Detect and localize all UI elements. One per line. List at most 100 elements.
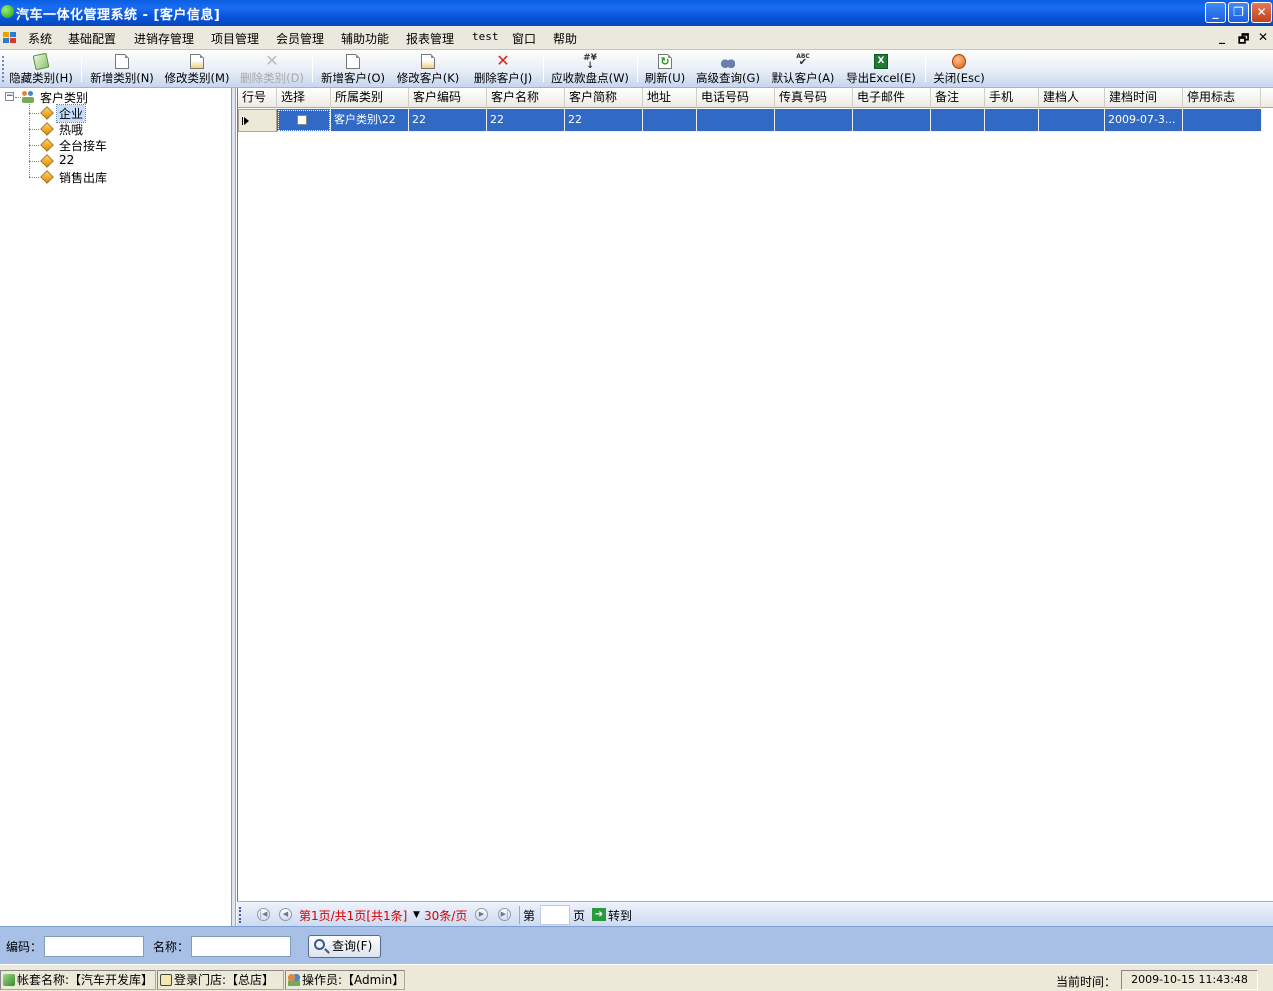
column-header-created-time[interactable]: 建档时间 <box>1105 88 1183 108</box>
delete-customer-button[interactable]: ✕ 删除客户(J) <box>468 51 538 87</box>
tree-item-reo[interactable]: 热哦 <box>59 121 83 138</box>
currency-icon: #¥ ↓ <box>583 53 597 71</box>
column-header-row-no[interactable]: 行号 <box>238 88 277 108</box>
cell-address[interactable] <box>643 109 697 132</box>
receivable-inventory-button[interactable]: #¥ ↓ 应收款盘点(W) <box>549 51 631 87</box>
cell-select[interactable] <box>277 109 331 132</box>
name-input[interactable] <box>191 936 291 957</box>
column-header-remark[interactable]: 备注 <box>931 88 985 108</box>
add-category-button[interactable]: 新增类别(N) <box>87 51 157 87</box>
column-header-mobile[interactable]: 手机 <box>985 88 1039 108</box>
row-indicator[interactable] <box>238 109 277 132</box>
status-operator: 操作员:【Admin】 <box>285 970 405 990</box>
edit-category-button[interactable]: 修改类别(M) <box>162 51 232 87</box>
panel-splitter[interactable] <box>232 88 236 926</box>
default-customer-button[interactable]: ABC ✔ 默认客户(A) <box>768 51 838 87</box>
cell-remark[interactable] <box>931 109 985 132</box>
goto-arrow-icon[interactable]: ➜ <box>592 908 606 921</box>
menu-window[interactable]: 窗口 <box>512 30 536 47</box>
search-button[interactable]: 查询(F) <box>308 935 381 958</box>
page-size-select[interactable]: 30条/页 <box>424 907 467 924</box>
mdi-minimize-button[interactable]: _ <box>1219 30 1225 44</box>
tree-item-22[interactable]: 22 <box>59 153 75 167</box>
edit-customer-button[interactable]: 修改客户(K) <box>393 51 463 87</box>
column-header-disabled-flag[interactable]: 停用标志 <box>1183 88 1261 108</box>
row-checkbox[interactable] <box>297 115 307 125</box>
next-page-button[interactable]: ▶ <box>475 908 488 921</box>
cell-creator[interactable] <box>1039 109 1105 132</box>
title-bar[interactable]: 汽车一体化管理系统 - [客户信息] _ ❐ ✕ <box>0 0 1273 26</box>
toolbar-grip[interactable] <box>2 56 5 82</box>
restore-button[interactable]: ❐ <box>1228 2 1249 23</box>
column-header-short-name[interactable]: 客户简称 <box>565 88 643 108</box>
close-form-button[interactable]: 关闭(Esc) <box>930 51 988 87</box>
tree-item-enterprise[interactable]: 企业 <box>55 104 87 123</box>
grid-header: 行号 选择 所属类别 客户编码 客户名称 客户简称 地址 电话号码 传真号码 电… <box>238 88 1273 108</box>
table-row[interactable]: 客户类别\22 22 22 22 2009-07-3... <box>238 109 1262 132</box>
cell-email[interactable] <box>853 109 931 132</box>
column-header-category[interactable]: 所属类别 <box>331 88 409 108</box>
column-header-address[interactable]: 地址 <box>643 88 697 108</box>
cell-short-name[interactable]: 22 <box>565 109 643 132</box>
hide-category-button[interactable]: 隐藏类别(H) <box>7 51 75 87</box>
last-page-button[interactable]: ▶| <box>498 908 511 921</box>
cell-mobile[interactable] <box>985 109 1039 132</box>
close-window-button[interactable]: ✕ <box>1251 2 1272 23</box>
code-input[interactable] <box>44 936 144 957</box>
hide-icon <box>32 52 50 71</box>
menu-member[interactable]: 会员管理 <box>276 30 324 47</box>
delete-customer-label: 删除客户(J) <box>473 71 533 85</box>
goto-button[interactable]: 转到 <box>608 907 632 924</box>
previous-page-button[interactable]: ◀ <box>279 908 292 921</box>
cell-disabled-flag[interactable] <box>1183 109 1262 132</box>
cell-created-time[interactable]: 2009-07-3... <box>1105 109 1183 132</box>
menu-help[interactable]: 帮助 <box>553 30 577 47</box>
minimize-button[interactable]: _ <box>1205 2 1226 23</box>
tree-root-label[interactable]: 客户类别 <box>40 89 88 106</box>
name-label: 名称： <box>153 940 190 954</box>
cell-fax[interactable] <box>775 109 853 132</box>
column-header-code[interactable]: 客户编码 <box>409 88 487 108</box>
menu-auxiliary[interactable]: 辅助功能 <box>341 30 389 47</box>
next-page-icon: ▶ <box>478 910 485 918</box>
status-store: 登录门店:【总店】 <box>157 970 284 990</box>
export-excel-button[interactable]: X 导出Excel(E) <box>843 51 919 87</box>
column-header-select[interactable]: 选择 <box>277 88 331 108</box>
column-header-email[interactable]: 电子邮件 <box>853 88 931 108</box>
operator-users-icon <box>288 974 300 986</box>
toolbar-separator <box>312 56 313 82</box>
tree-collapse-toggle[interactable]: − <box>5 92 14 101</box>
window-title: 汽车一体化管理系统 - [客户信息] <box>16 8 221 23</box>
cell-code[interactable]: 22 <box>409 109 487 132</box>
mdi-close-button[interactable]: ✕ <box>1258 30 1268 44</box>
first-page-button[interactable]: |◀ <box>257 908 270 921</box>
menu-inventory[interactable]: 进销存管理 <box>134 30 194 47</box>
app-window: 汽车一体化管理系统 - [客户信息] _ ❐ ✕ 系统 基础配置 进销存管理 项… <box>0 0 1273 991</box>
menu-system[interactable]: 系统 <box>28 30 52 47</box>
column-header-fax[interactable]: 传真号码 <box>775 88 853 108</box>
cell-category[interactable]: 客户类别\22 <box>331 109 409 132</box>
delete-category-button[interactable]: ✕ 删除类别(D) <box>237 51 307 87</box>
cell-name[interactable]: 22 <box>487 109 565 132</box>
refresh-button[interactable]: ↻ 刷新(U) <box>642 51 688 87</box>
page-size-dropdown-icon[interactable]: ▼ <box>413 910 420 920</box>
tree-item-sales-outbound[interactable]: 销售出库 <box>59 169 107 186</box>
mdi-restore-button[interactable]: 🗗 <box>1238 30 1249 51</box>
menu-reports[interactable]: 报表管理 <box>406 30 454 47</box>
add-customer-button[interactable]: 新增客户(O) <box>318 51 388 87</box>
add-customer-label: 新增客户(O) <box>320 71 386 85</box>
previous-page-icon: ◀ <box>282 910 289 918</box>
toolbar-separator <box>81 56 82 82</box>
tree-item-vehicle-reception[interactable]: 全台接车 <box>59 137 107 154</box>
menu-project[interactable]: 项目管理 <box>211 30 259 47</box>
menu-basic-config[interactable]: 基础配置 <box>68 30 116 47</box>
column-header-creator[interactable]: 建档人 <box>1039 88 1105 108</box>
column-header-name[interactable]: 客户名称 <box>487 88 565 108</box>
export-excel-label: 导出Excel(E) <box>846 71 916 85</box>
page-number-input[interactable] <box>540 905 570 925</box>
cell-phone[interactable] <box>697 109 775 132</box>
menu-test[interactable]: test <box>472 30 499 43</box>
pager-grip[interactable] <box>239 907 242 923</box>
column-header-phone[interactable]: 电话号码 <box>697 88 775 108</box>
advanced-search-button[interactable]: 高级查询(G) <box>694 51 762 87</box>
